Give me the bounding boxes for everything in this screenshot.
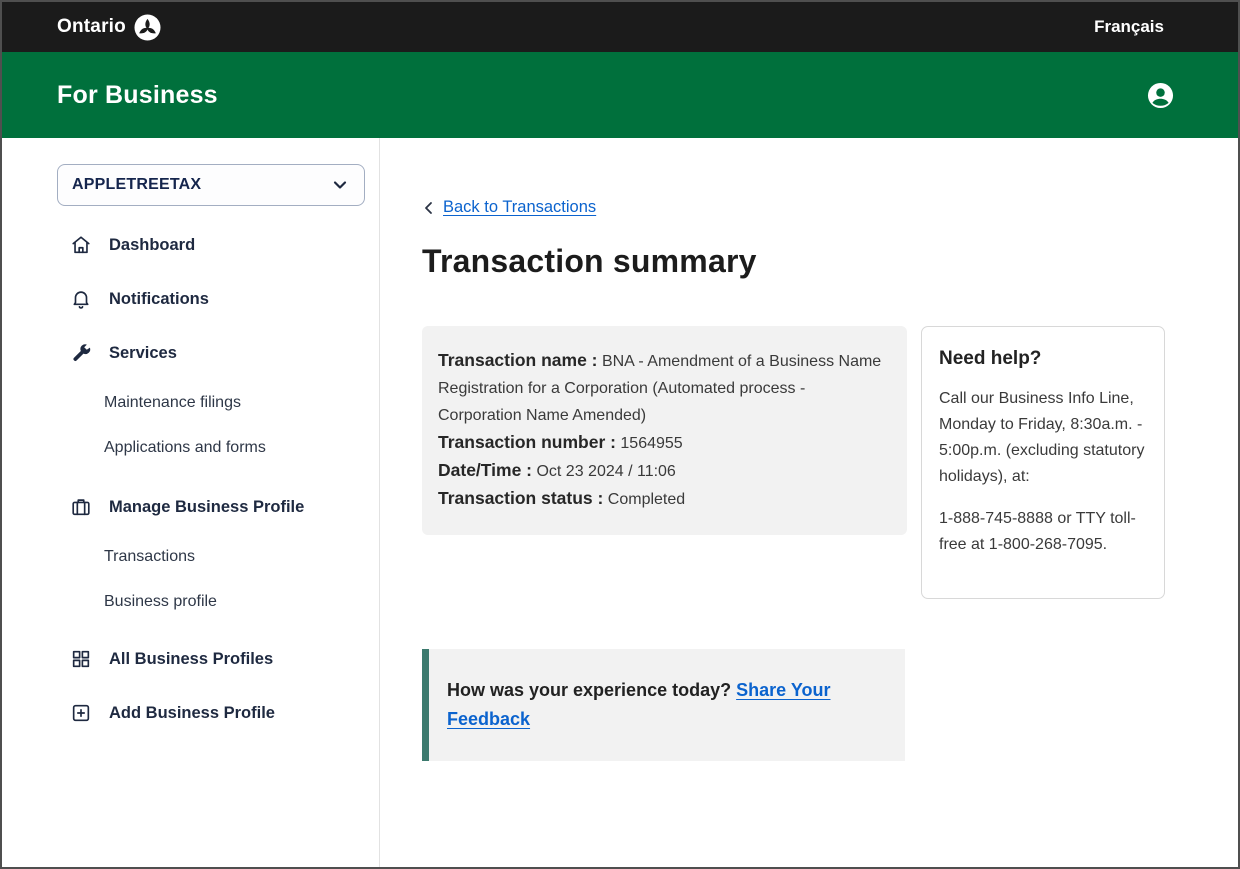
sidebar-item-label: Manage Business Profile bbox=[109, 498, 304, 517]
trillium-logo-icon bbox=[134, 14, 161, 41]
sidebar-nav: Dashboard Notifications bbox=[57, 218, 365, 740]
account-button[interactable] bbox=[1147, 82, 1174, 109]
back-link-label[interactable]: Back to Transactions bbox=[443, 198, 596, 217]
app-title: For Business bbox=[57, 81, 218, 110]
sidebar-item-label: Notifications bbox=[109, 290, 209, 309]
feedback-banner: How was your experience today? Share You… bbox=[422, 649, 905, 761]
sidebar-item-label: Services bbox=[109, 344, 177, 363]
sidebar-item-add-business-profile[interactable]: Add Business Profile bbox=[57, 686, 365, 740]
need-help-phone: 1-888-745-8888 or TTY toll-free at 1-800… bbox=[939, 506, 1147, 558]
need-help-title: Need help? bbox=[939, 348, 1147, 370]
sidebar-item-label: Business profile bbox=[104, 593, 217, 611]
transaction-number-label: Transaction number : bbox=[438, 432, 616, 452]
transaction-name-label: Transaction name : bbox=[438, 350, 598, 370]
sidebar-item-business-profile[interactable]: Business profile bbox=[57, 579, 365, 624]
sidebar-item-label: Dashboard bbox=[109, 236, 195, 255]
transaction-status-value: Completed bbox=[608, 491, 685, 508]
need-help-body: Call our Business Info Line, Monday to F… bbox=[939, 386, 1147, 490]
account-icon bbox=[1147, 82, 1174, 109]
home-icon bbox=[70, 234, 92, 256]
back-to-transactions-link[interactable]: Back to Transactions bbox=[422, 198, 1238, 217]
sidebar-item-label: Applications and forms bbox=[104, 439, 266, 457]
business-profile-select-value: APPLETREETAX bbox=[72, 176, 201, 194]
sidebar: APPLETREETAX Dashboard bbox=[2, 138, 380, 867]
need-help-panel: Need help? Call our Business Info Line, … bbox=[921, 326, 1165, 599]
briefcase-icon bbox=[70, 496, 92, 518]
content-area: APPLETREETAX Dashboard bbox=[2, 138, 1238, 867]
sidebar-item-label: Transactions bbox=[104, 548, 195, 566]
browser-viewport: Ontario Français For Business bbox=[0, 0, 1240, 869]
sidebar-item-maintenance-filings[interactable]: Maintenance filings bbox=[57, 380, 365, 425]
transaction-datetime-value: Oct 23 2024 / 11:06 bbox=[536, 463, 675, 480]
sidebar-item-dashboard[interactable]: Dashboard bbox=[57, 218, 365, 272]
sidebar-item-notifications[interactable]: Notifications bbox=[57, 272, 365, 326]
sidebar-item-label: Add Business Profile bbox=[109, 704, 275, 723]
add-square-icon bbox=[70, 702, 92, 724]
top-bar: Ontario Français bbox=[2, 2, 1238, 52]
sidebar-item-all-business-profiles[interactable]: All Business Profiles bbox=[57, 632, 365, 686]
sidebar-item-label: Maintenance filings bbox=[104, 394, 241, 412]
feedback-question: How was your experience today? bbox=[447, 680, 731, 700]
sidebar-item-applications-and-forms[interactable]: Applications and forms bbox=[57, 425, 365, 470]
chevron-left-icon bbox=[422, 201, 436, 215]
chevron-down-icon bbox=[332, 177, 348, 193]
transaction-details-panel: Transaction name : BNA - Amendment of a … bbox=[422, 326, 907, 535]
main-content: Back to Transactions Transaction summary… bbox=[380, 138, 1238, 867]
transaction-status-label: Transaction status : bbox=[438, 488, 603, 508]
bell-icon bbox=[70, 288, 92, 310]
sidebar-item-services[interactable]: Services bbox=[57, 326, 365, 380]
language-toggle-link[interactable]: Français bbox=[1094, 17, 1164, 37]
app-header: For Business bbox=[2, 52, 1238, 138]
summary-row: Transaction name : BNA - Amendment of a … bbox=[422, 326, 1238, 599]
transaction-datetime-label: Date/Time : bbox=[438, 460, 532, 480]
wrench-icon bbox=[70, 342, 92, 364]
sidebar-item-label: All Business Profiles bbox=[109, 650, 273, 669]
sidebar-item-manage-business-profile[interactable]: Manage Business Profile bbox=[57, 480, 365, 534]
transaction-number-value: 1564955 bbox=[620, 435, 682, 452]
ontario-logo-link[interactable]: Ontario bbox=[57, 14, 161, 41]
business-profile-select[interactable]: APPLETREETAX bbox=[57, 164, 365, 206]
grid-icon bbox=[70, 648, 92, 670]
ontario-wordmark: Ontario bbox=[57, 16, 126, 38]
sidebar-item-transactions[interactable]: Transactions bbox=[57, 534, 365, 579]
page-title: Transaction summary bbox=[422, 243, 1238, 280]
